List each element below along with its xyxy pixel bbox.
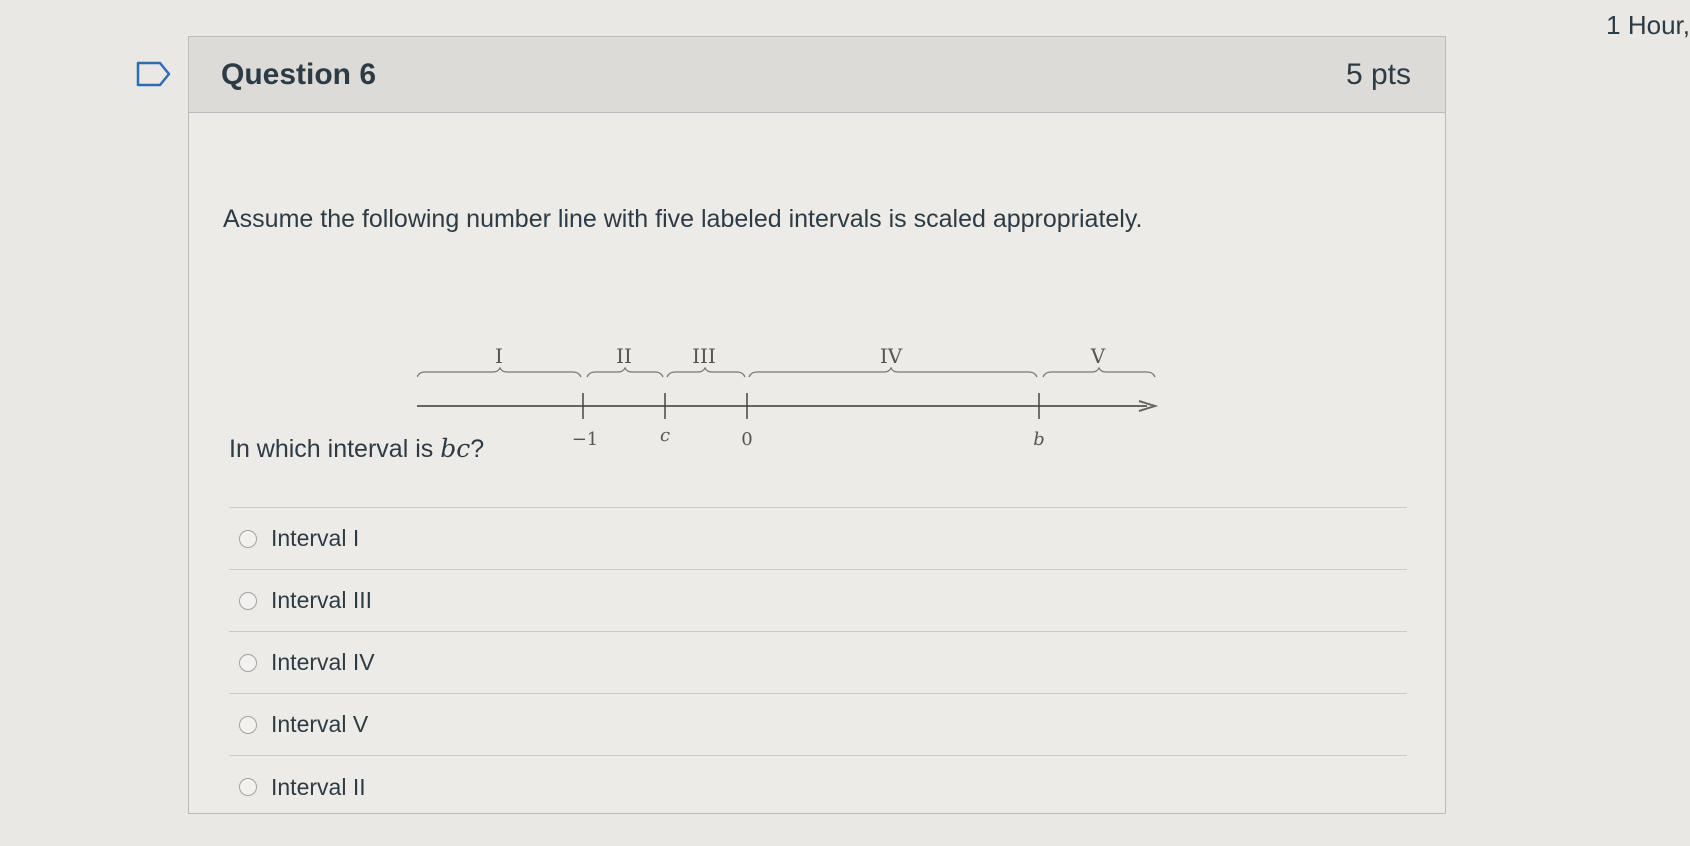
answer-option-interval-5[interactable]: Interval V xyxy=(229,694,1407,756)
quiz-page: 1 Hour, Question 6 5 pts Assume the foll… xyxy=(0,0,1690,846)
interval-label-5: V xyxy=(1090,344,1106,368)
number-line-figure: I II III IV V −1 c 0 b xyxy=(417,344,1159,450)
question-title: Question 6 xyxy=(221,57,377,91)
interval-brace-4 xyxy=(748,366,1038,378)
tick-label-c: c xyxy=(660,425,670,446)
answer-option-interval-1[interactable]: Interval I xyxy=(229,508,1407,570)
timer-text: 1 Hour, xyxy=(1606,10,1690,40)
flag-question-icon[interactable] xyxy=(136,61,172,87)
answer-list: Interval I Interval III Interval IV Inte… xyxy=(229,507,1407,818)
tick-label-zero: 0 xyxy=(741,429,752,450)
radio-button[interactable] xyxy=(239,653,257,672)
answer-option-interval-3[interactable]: Interval III xyxy=(229,570,1407,632)
interval-label-1: I xyxy=(495,344,503,368)
ask-variable: bc xyxy=(440,434,471,463)
ask-suffix: ? xyxy=(470,435,485,463)
ask-prefix: In which interval is xyxy=(229,435,441,463)
answer-label: Interval III xyxy=(271,587,372,613)
answer-label: Interval V xyxy=(271,711,369,737)
interval-brace-2 xyxy=(586,366,664,378)
question-header: Question 6 5 pts xyxy=(189,37,1445,113)
interval-label-2: II xyxy=(616,344,632,368)
radio-button[interactable] xyxy=(239,529,257,548)
radio-button[interactable] xyxy=(239,591,257,610)
interval-brace-3 xyxy=(666,366,746,378)
interval-label-3: III xyxy=(692,344,716,368)
question-card: Question 6 5 pts Assume the following nu… xyxy=(188,36,1446,814)
interval-brace-5 xyxy=(1042,366,1156,378)
question-prompt: Assume the following number line with fi… xyxy=(223,205,1143,233)
answer-option-interval-2[interactable]: Interval II xyxy=(229,756,1407,818)
tick-label-b: b xyxy=(1033,429,1045,450)
question-points: 5 pts xyxy=(1345,57,1411,91)
question-ask: In which interval is bc? xyxy=(229,434,484,464)
answer-label: Interval IV xyxy=(271,649,375,675)
tick-label-neg-one: −1 xyxy=(572,429,599,450)
radio-button[interactable] xyxy=(239,778,257,796)
interval-label-4: IV xyxy=(880,344,903,368)
answer-label: Interval I xyxy=(271,525,360,551)
radio-button[interactable] xyxy=(239,715,257,734)
answer-label: Interval II xyxy=(271,773,366,800)
answer-option-interval-4[interactable]: Interval IV xyxy=(229,632,1407,694)
interval-brace-1 xyxy=(417,366,582,378)
